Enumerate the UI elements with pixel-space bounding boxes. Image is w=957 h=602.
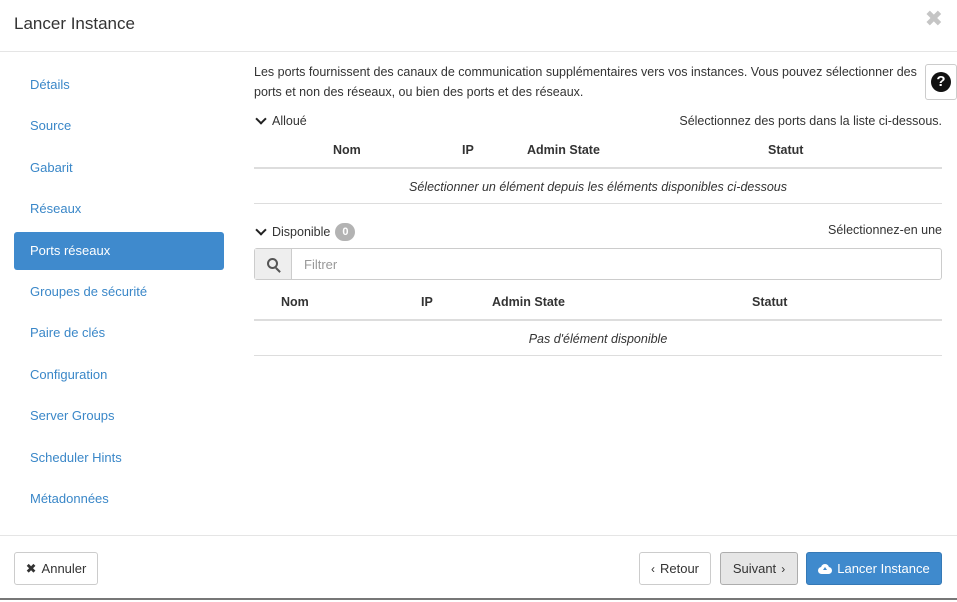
launch-instance-modal: Lancer Instance ✖ Détails Source Gabarit… — [0, 0, 957, 600]
cloud-upload-icon — [818, 563, 833, 574]
modal-footer: ✖ Annuler ‹ Retour Suivant › Lancer Inst… — [0, 535, 957, 600]
available-toggle[interactable]: Disponible 0 — [254, 223, 356, 241]
available-hint: Sélectionnez-en une — [828, 223, 942, 237]
sidebar-item-flavor[interactable]: Gabarit — [14, 149, 224, 187]
chevron-right-icon: › — [781, 561, 786, 576]
sidebar-item-security-groups[interactable]: Groupes de sécurité — [14, 273, 224, 311]
sidebar-item-scheduler-hints[interactable]: Scheduler Hints — [14, 439, 224, 477]
sidebar-item-network-ports[interactable]: Ports réseaux — [14, 231, 224, 270]
question-icon: ? — [931, 72, 951, 92]
back-label: Retour — [659, 561, 700, 576]
help-button[interactable]: ? — [925, 64, 957, 100]
column-header-name[interactable]: Nom — [281, 295, 309, 309]
close-icon[interactable]: ✖ — [925, 8, 943, 30]
allocated-empty-row: Sélectionner un élément depuis les éléme… — [254, 170, 942, 204]
available-label: Disponible — [272, 225, 331, 239]
cancel-label: Annuler — [41, 561, 87, 576]
launch-label: Lancer Instance — [837, 561, 930, 576]
sidebar-item-details[interactable]: Détails — [14, 66, 224, 104]
allocated-label: Alloué — [272, 114, 307, 128]
modal-header: Lancer Instance ✖ — [0, 0, 957, 52]
available-count-badge: 0 — [335, 223, 356, 241]
cancel-button[interactable]: ✖ Annuler — [14, 552, 98, 585]
next-button[interactable]: Suivant › — [720, 552, 798, 585]
column-header-status[interactable]: Statut — [752, 295, 787, 309]
sidebar-item-networks[interactable]: Réseaux — [14, 190, 224, 228]
back-button[interactable]: ‹ Retour — [639, 552, 711, 585]
chevron-left-icon: ‹ — [650, 561, 655, 576]
sidebar-item-metadata[interactable]: Métadonnées — [14, 480, 224, 518]
sidebar-item-server-groups[interactable]: Server Groups — [14, 397, 224, 435]
search-addon — [255, 249, 292, 279]
allocated-section-header: Alloué Sélectionnez des ports dans la li… — [254, 113, 942, 134]
allocated-toggle[interactable]: Alloué — [254, 113, 307, 128]
search-icon — [266, 257, 278, 269]
column-header-ip[interactable]: IP — [462, 143, 474, 157]
column-header-name[interactable]: Nom — [333, 143, 361, 157]
wizard-sidebar: Détails Source Gabarit Réseaux Ports rés… — [14, 66, 224, 521]
next-label: Suivant — [732, 561, 777, 576]
available-section-header: Disponible 0 Sélectionnez-en une — [254, 223, 942, 243]
allocated-table-header: Nom IP Admin State Statut — [254, 133, 942, 169]
close-icon: ✖ — [25, 560, 37, 576]
launch-instance-button[interactable]: Lancer Instance — [806, 552, 942, 585]
column-header-ip[interactable]: IP — [421, 295, 433, 309]
filter-search — [254, 248, 942, 280]
column-header-admin-state[interactable]: Admin State — [492, 295, 565, 309]
intro-text: Les ports fournissent des canaux de comm… — [254, 65, 917, 99]
sidebar-item-key-pair[interactable]: Paire de clés — [14, 314, 224, 352]
column-header-status[interactable]: Statut — [768, 143, 803, 157]
sidebar-item-configuration[interactable]: Configuration — [14, 356, 224, 394]
allocated-hint: Sélectionnez des ports dans la liste ci-… — [679, 114, 942, 128]
chevron-down-icon — [255, 113, 267, 125]
filter-input[interactable] — [292, 249, 941, 279]
column-header-admin-state[interactable]: Admin State — [527, 143, 600, 157]
modal-title: Lancer Instance — [14, 14, 135, 33]
available-empty-row: Pas d'élément disponible — [254, 322, 942, 356]
chevron-down-icon — [255, 224, 267, 236]
sidebar-item-source[interactable]: Source — [14, 107, 224, 145]
available-table-header: Nom IP Admin State Statut — [254, 285, 942, 321]
step-content: Les ports fournissent des canaux de comm… — [254, 62, 942, 102]
